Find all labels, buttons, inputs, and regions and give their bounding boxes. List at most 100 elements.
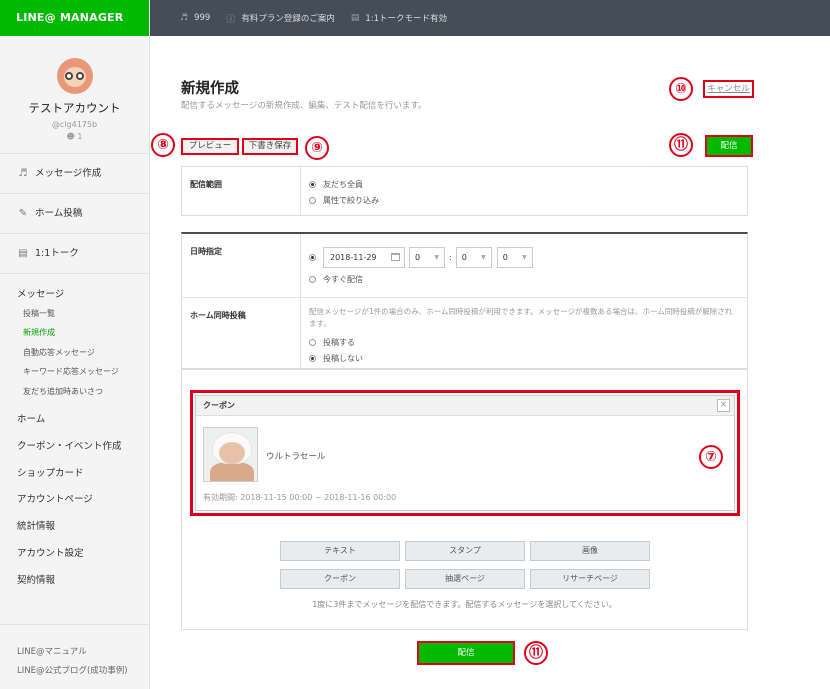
sidebar-footer: LINE@マニュアル LINE@公式ブログ(成功事例) [0, 624, 150, 681]
send-button-bottom[interactable]: 配信 [417, 641, 515, 665]
info-icon: ⓘ [226, 14, 236, 25]
sidebar: LINE@ MANAGER テストアカウント @clg4175b ☻ 1 ♬ メ… [0, 0, 150, 689]
message-limit-note: 1度に3件までメッセージを配信できます。配信するメッセージを選択してください。 [312, 600, 617, 609]
annotation-7: ⑦ [699, 445, 723, 469]
sidebar-item-post-list[interactable]: 投稿一覧 [0, 304, 149, 323]
date-input[interactable]: 2018-11-29 [323, 246, 405, 268]
home-post-option-no[interactable]: 投稿しない [309, 350, 747, 366]
sidebar-item-coupon-event[interactable]: クーポン・イベント作成 [0, 434, 149, 461]
type-text-button[interactable]: テキスト [280, 541, 400, 561]
topbar-label: 999 [194, 13, 211, 23]
sidebar-item-contract[interactable]: 契約情報 [0, 568, 149, 595]
close-icon[interactable]: × [717, 399, 730, 412]
chat-icon: ▤ [350, 13, 360, 23]
nav-message-create[interactable]: ♬ メッセージ作成 [0, 154, 149, 194]
radio-unselected[interactable] [309, 196, 316, 204]
annotation-11-top: ⑪ [669, 133, 693, 157]
radio-unselected[interactable] [309, 275, 316, 283]
chevron-down-icon: ▼ [522, 253, 527, 261]
option-label: 今すぐ配信 [323, 274, 363, 284]
radio-unselected[interactable] [309, 338, 316, 346]
cancel-button[interactable]: キャンセル [703, 80, 754, 98]
home-post-label: ホーム同時投稿 [182, 298, 301, 368]
sidebar-item-keyword-reply[interactable]: キーワード応答メッセージ [0, 362, 149, 381]
radio-datetime-selected[interactable] [309, 253, 316, 261]
account-name: テストアカウント [28, 101, 121, 115]
person-icon: ☻ [66, 132, 75, 141]
section-title-message[interactable]: メッセージ [0, 286, 149, 304]
time-separator: : [449, 252, 452, 262]
coupon-name: ウルトラセール [266, 452, 326, 462]
coupon-period: 有効期間: 2018-11-15 00:00 ~ 2018-11-16 00:0… [203, 493, 397, 502]
type-research-button[interactable]: リサーチページ [530, 569, 650, 589]
schedule-section: 日時指定 2018-11-29 0 ▼ : 0 ▼ 0 ▼ 今すぐ配信 ホーム同… [181, 232, 748, 370]
avatar[interactable] [56, 58, 93, 94]
account-profile: テストアカウント @clg4175b ☻ 1 [0, 36, 149, 154]
sidebar-item-home[interactable]: ホーム [0, 407, 149, 434]
datetime-label: 日時指定 [182, 234, 301, 297]
topbar-item-notifications[interactable]: ♬ 999 [180, 13, 210, 23]
send-now-option[interactable]: 今すぐ配信 [309, 271, 747, 287]
app-logo[interactable]: LINE@ MANAGER [0, 0, 149, 36]
nav-label: 1:1トーク [35, 247, 79, 259]
nav-label: メッセージ作成 [35, 167, 102, 179]
minute-select[interactable]: 0 ▼ [455, 246, 492, 268]
hour-select[interactable]: 0 ▼ [409, 246, 445, 268]
type-image-button[interactable]: 画像 [530, 541, 650, 561]
option-label: 友だち全員 [323, 179, 363, 189]
annotation-11-bottom: ⑪ [524, 641, 548, 665]
scope-option-filter[interactable]: 属性で絞り込み [309, 192, 747, 208]
annotation-8: ⑧ [151, 133, 175, 157]
edit-icon: ✎ [18, 207, 28, 219]
topbar-item-paid-plan[interactable]: ⓘ 有料プラン登録のご案内 [226, 12, 335, 25]
type-coupon-button[interactable]: クーポン [280, 569, 400, 589]
second-value: 0 [502, 252, 508, 262]
coupon-image [203, 427, 258, 482]
chevron-down-icon: ▼ [481, 253, 486, 261]
home-post-note: 配信メッセージが1件の場合のみ、ホーム同時投稿が利用できます。メッセージが複数あ… [309, 307, 733, 328]
coupon-card[interactable]: クーポン × ウルトラセール 有効期間: 2018-11-15 00:00 ~ … [195, 395, 735, 511]
topbar-label: 有料プラン登録のご案内 [241, 14, 335, 24]
sidebar-item-statistics[interactable]: 統計情報 [0, 514, 149, 541]
home-post-option-yes[interactable]: 投稿する [309, 334, 747, 350]
manual-link[interactable]: LINE@マニュアル [0, 643, 150, 662]
sidebar-item-auto-reply[interactable]: 自動応答メッセージ [0, 343, 149, 362]
annotation-10: ⑩ [669, 77, 693, 101]
type-stamp-button[interactable]: スタンプ [405, 541, 525, 561]
page-title: 新規作成 [181, 81, 239, 97]
friend-count: ☻ 1 [0, 132, 149, 141]
option-label: 投稿する [323, 337, 355, 347]
preview-button[interactable]: プレビュー [181, 138, 239, 155]
sidebar-item-greeting[interactable]: 友だち追加時あいさつ [0, 382, 149, 401]
blog-link[interactable]: LINE@公式ブログ(成功事例) [0, 662, 150, 681]
scope-label: 配信範囲 [182, 167, 301, 215]
second-select[interactable]: 0 ▼ [496, 246, 533, 268]
minute-value: 0 [461, 252, 467, 262]
coupon-highlight: クーポン × ウルトラセール 有効期間: 2018-11-15 00:00 ~ … [190, 390, 740, 516]
nav-one-on-one-talk[interactable]: ▤ 1:1トーク [0, 234, 149, 274]
sidebar-item-shop-card[interactable]: ショップカード [0, 461, 149, 488]
chevron-down-icon: ▼ [434, 253, 439, 261]
save-draft-button[interactable]: 下書き保存 [242, 138, 298, 155]
sidebar-item-new[interactable]: 新規作成 [0, 323, 149, 342]
coupon-header-label: クーポン [203, 401, 235, 410]
scope-option-all[interactable]: 友だち全員 [309, 176, 747, 192]
page-description: 配信するメッセージの新規作成、編集、テスト配信を行います。 [181, 101, 427, 111]
calendar-icon[interactable] [391, 253, 400, 261]
coupon-header: クーポン × [196, 396, 734, 416]
radio-selected[interactable] [309, 354, 316, 362]
topbar-item-talk-mode[interactable]: ▤ 1:1トークモード有効 [351, 12, 447, 24]
sidebar-item-account-settings[interactable]: アカウント設定 [0, 541, 149, 568]
send-button-top[interactable]: 配信 [705, 135, 753, 157]
chat-icon: ▤ [18, 247, 28, 259]
date-value: 2018-11-29 [330, 252, 377, 262]
nav-home-post[interactable]: ✎ ホーム投稿 [0, 194, 149, 234]
message-section: メッセージ 投稿一覧 新規作成 自動応答メッセージ キーワード応答メッセージ 友… [0, 274, 149, 595]
speaker-icon: ♬ [180, 13, 189, 23]
type-lottery-button[interactable]: 抽選ページ [405, 569, 525, 589]
option-label: 投稿しない [323, 353, 363, 363]
sidebar-item-account-page[interactable]: アカウントページ [0, 487, 149, 514]
radio-selected[interactable] [309, 180, 316, 188]
hour-value: 0 [415, 252, 421, 262]
top-bar: ♬ 999 ⓘ 有料プラン登録のご案内 ▤ 1:1トークモード有効 [150, 0, 830, 36]
